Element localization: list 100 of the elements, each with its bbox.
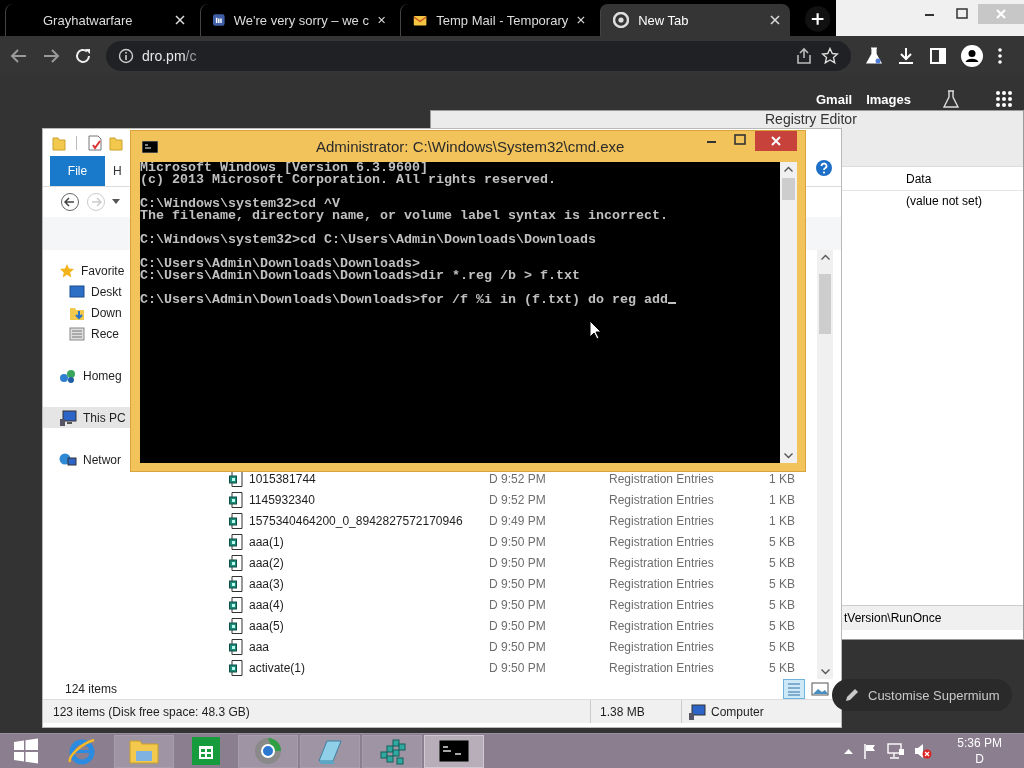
tiles-view-icon[interactable] xyxy=(811,681,829,697)
new-tab-icon[interactable] xyxy=(805,6,831,32)
navigation-item[interactable]: Down xyxy=(43,302,130,323)
taskbar-button[interactable] xyxy=(424,734,484,768)
date-modified: D 9:50 PM xyxy=(489,660,547,675)
file-name: aaa(5) xyxy=(249,618,285,633)
file-size: 5 KB xyxy=(768,660,795,675)
window-title: Registry Editor xyxy=(765,111,857,127)
side-panel-icon[interactable] xyxy=(929,46,947,65)
console-icon xyxy=(142,140,158,153)
help-icon[interactable] xyxy=(816,160,832,176)
apps-grid-icon[interactable] xyxy=(994,90,1013,108)
file-size: 5 KB xyxy=(768,639,795,654)
registry-file-icon xyxy=(229,638,243,655)
scrollbar[interactable] xyxy=(817,250,833,679)
file-type: Registration Entries xyxy=(609,471,715,486)
network-icon[interactable] xyxy=(887,743,906,759)
location-text: Computer xyxy=(711,704,764,719)
clock-time: 5:36 PM xyxy=(957,735,1002,751)
close-icon[interactable] xyxy=(377,15,386,25)
file-size: 5 KB xyxy=(768,618,795,633)
header-link[interactable]: Gmail xyxy=(816,91,853,107)
date-modified: D 9:52 PM xyxy=(489,471,547,486)
console-line: (c) 2013 Microsoft Corporation. All rights reserved. xyxy=(140,174,557,186)
computer-icon xyxy=(688,703,706,720)
date-modified: D 9:50 PM xyxy=(489,618,547,633)
flask-icon[interactable] xyxy=(942,90,959,108)
registry-file-icon xyxy=(229,575,243,592)
close-icon[interactable] xyxy=(770,15,781,25)
scrollbar-thumb[interactable] xyxy=(819,274,831,334)
file-type: Registration Entries xyxy=(609,513,715,528)
mouse-pointer-icon xyxy=(589,320,602,340)
file-name: aaa(4) xyxy=(249,597,285,612)
registry-file-icon xyxy=(229,533,243,550)
show-hidden-icons-icon[interactable] xyxy=(844,748,854,754)
scroll-up-icon[interactable] xyxy=(784,166,793,172)
file-type: Registration Entries xyxy=(609,660,715,675)
scroll-down-icon[interactable] xyxy=(784,453,793,459)
file-size: 1 KB xyxy=(768,513,795,528)
command-prompt-icon[interactable] xyxy=(439,740,469,762)
file-size: 5 KB xyxy=(768,534,795,549)
file-type: Registration Entries xyxy=(609,555,715,570)
navigation-item[interactable]: Favorite xyxy=(43,260,130,281)
file-type: Registration Entries xyxy=(609,597,715,612)
back-icon[interactable] xyxy=(60,192,80,212)
scrollbar-thumb[interactable] xyxy=(782,178,795,200)
column-header[interactable]: Data xyxy=(906,171,932,186)
scrollbar[interactable] xyxy=(780,162,797,463)
store-icon[interactable] xyxy=(192,737,220,765)
file-size: 1 KB xyxy=(768,471,795,486)
file-type: Registration Entries xyxy=(609,576,715,591)
start-icon[interactable] xyxy=(13,738,39,764)
profile-icon[interactable] xyxy=(961,44,983,67)
forward-icon[interactable] xyxy=(42,46,60,65)
browser-tab[interactable]: New Tab xyxy=(600,4,791,36)
browser-logo-icon xyxy=(613,12,630,28)
pencil-icon xyxy=(844,687,860,703)
date-modified: D 9:50 PM xyxy=(489,576,547,591)
file-type: Registration Entries xyxy=(609,534,715,549)
customise-button[interactable]: Customise Supermium xyxy=(832,679,1012,711)
file-name: aaa(3) xyxy=(249,576,285,591)
download-icon[interactable] xyxy=(897,46,915,65)
navigation-item[interactable]: Networ xyxy=(43,449,130,470)
file-name: aaa xyxy=(249,639,271,654)
header-link[interactable]: Images xyxy=(866,91,911,107)
dropdown-caret-icon[interactable] xyxy=(112,199,120,205)
navigation-item[interactable]: This PC xyxy=(43,407,130,428)
file-size: 5 KB xyxy=(768,555,795,570)
star-icon[interactable] xyxy=(821,46,839,65)
navigation-item[interactable]: Deskt xyxy=(43,281,130,302)
share-icon[interactable] xyxy=(795,46,813,65)
folder-icon xyxy=(52,134,66,151)
date-modified: D 9:50 PM xyxy=(489,555,547,570)
browser-icon[interactable] xyxy=(253,736,283,766)
close-icon[interactable] xyxy=(175,15,186,25)
info-icon xyxy=(118,47,134,64)
file-type: Registration Entries xyxy=(609,639,715,654)
volume-muted-icon[interactable] xyxy=(914,743,933,759)
network-icon xyxy=(59,451,77,468)
homegroup-icon xyxy=(59,367,77,384)
registry-file-icon xyxy=(229,554,243,571)
address-bar[interactable]: dro.pm/c xyxy=(106,40,851,71)
scroll-down-icon[interactable] xyxy=(820,669,830,675)
desktop-icon xyxy=(69,284,85,299)
ribbon-tab[interactable]: H xyxy=(110,156,125,186)
ribbon-tab[interactable]: File xyxy=(50,156,105,186)
computer-icon xyxy=(59,409,77,426)
reload-icon[interactable] xyxy=(74,46,92,65)
date-modified: D 9:50 PM xyxy=(489,639,547,654)
menu-icon[interactable] xyxy=(997,46,1003,65)
close-icon[interactable] xyxy=(577,15,586,25)
navigation-item[interactable]: Homeg xyxy=(43,365,130,386)
registry-file-icon xyxy=(229,617,243,634)
navigation-item[interactable]: Rece xyxy=(43,323,130,344)
file-name: aaa(2) xyxy=(249,555,285,570)
properties-icon[interactable] xyxy=(87,134,103,151)
date-modified: D 9:49 PM xyxy=(489,513,547,528)
back-icon[interactable] xyxy=(10,46,28,65)
date-modified: D 9:50 PM xyxy=(489,597,547,612)
scroll-up-icon[interactable] xyxy=(820,254,830,260)
